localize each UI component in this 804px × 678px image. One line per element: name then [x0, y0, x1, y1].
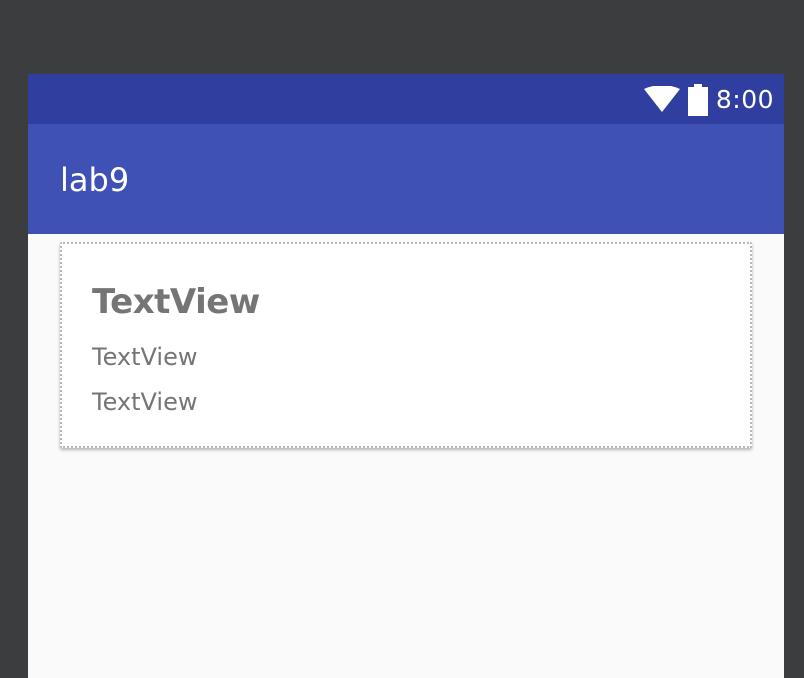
- card-title-textview: TextView: [92, 282, 260, 322]
- card-textview-1: TextView: [92, 343, 198, 371]
- status-icons: 8:00: [643, 84, 774, 116]
- status-bar: 8:00: [28, 74, 784, 124]
- card-view[interactable]: TextView TextView TextView: [60, 242, 752, 448]
- app-title: lab9: [60, 161, 130, 199]
- status-time: 8:00: [715, 85, 774, 114]
- card-textview-2: TextView: [92, 388, 198, 416]
- app-bar: lab9: [28, 124, 784, 234]
- device-screen: 8:00 lab9 TextView TextView TextView: [28, 74, 784, 678]
- battery-icon: [687, 84, 708, 116]
- wifi-icon: [643, 86, 680, 114]
